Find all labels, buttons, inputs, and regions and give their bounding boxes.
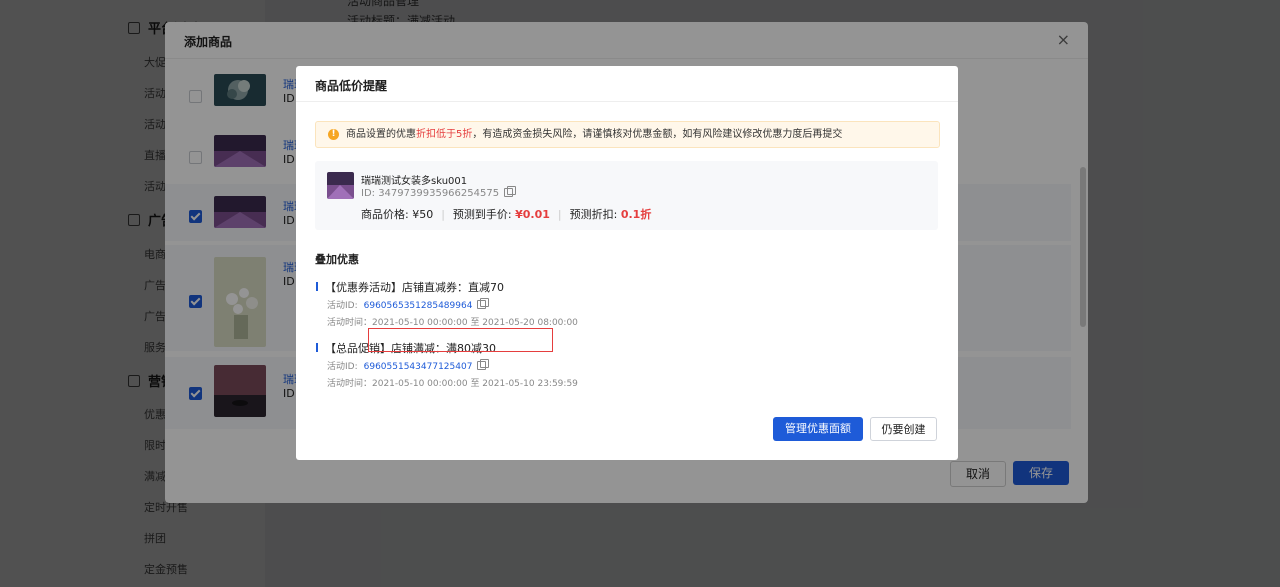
discount-id-link[interactable]: 6960551543477125407 <box>364 362 473 372</box>
discount-id: 活动ID: 6960551543477125407 <box>327 359 490 372</box>
accent-bar <box>316 282 318 291</box>
price-summary: 商品价格: ¥50 | 预测到手价: ¥0.01 | 预测折扣: 0.1折 <box>361 206 651 222</box>
warning-icon: ! <box>328 129 339 140</box>
manage-discount-button[interactable]: 管理优惠面额 <box>773 417 863 441</box>
modal-title: 商品低价提醒 <box>315 79 388 93</box>
discount-time: 活动时间：2021-05-10 00:00:00 至 2021-05-20 08… <box>327 318 578 328</box>
discount-id: 活动ID: 6960565351285489964 <box>327 298 490 311</box>
divider: | <box>441 208 445 221</box>
create-anyway-button[interactable]: 仍要创建 <box>870 417 937 441</box>
est-price-label: 预测到手价: <box>452 208 516 221</box>
highlight-box <box>368 328 553 352</box>
discount-time: 活动时间：2021-05-10 00:00:00 至 2021-05-10 23… <box>327 379 578 389</box>
product-title: 瑞瑞测试女装多sku001 <box>361 176 468 187</box>
est-discount-value: 0.1折 <box>620 208 652 221</box>
copy-icon[interactable] <box>477 359 490 370</box>
discount-title: 【优惠券活动】店铺直减券：直减70 <box>325 281 504 294</box>
divider <box>296 101 958 102</box>
product-price: 商品价格: ¥50 <box>361 208 434 221</box>
copy-icon[interactable] <box>504 186 517 197</box>
warning-banner: ! 商品设置的优惠折扣低于5折，有造成资金损失风险，请谨慎核对优惠金额，如有风险… <box>315 121 940 148</box>
divider: | <box>557 208 562 221</box>
section-title: 叠加优惠 <box>315 253 359 266</box>
accent-bar <box>316 343 318 352</box>
copy-icon[interactable] <box>477 298 490 309</box>
discount-id-link[interactable]: 6960565351285489964 <box>364 301 473 311</box>
warning-text: 商品设置的优惠折扣低于5折，有造成资金损失风险，请谨慎核对优惠金额，如有风险建议… <box>346 129 843 140</box>
est-discount-label: 预测折扣: <box>569 208 621 221</box>
product-card: 瑞瑞测试女装多sku001 ID: 3479739935966254575 商品… <box>315 161 938 230</box>
product-thumbnail <box>327 172 354 199</box>
low-price-alert-modal: 商品低价提醒 ! 商品设置的优惠折扣低于5折，有造成资金损失风险，请谨慎核对优惠… <box>296 66 958 460</box>
est-price-value: ¥0.01 <box>515 208 550 221</box>
product-id: ID: 3479739935966254575 <box>361 186 517 199</box>
